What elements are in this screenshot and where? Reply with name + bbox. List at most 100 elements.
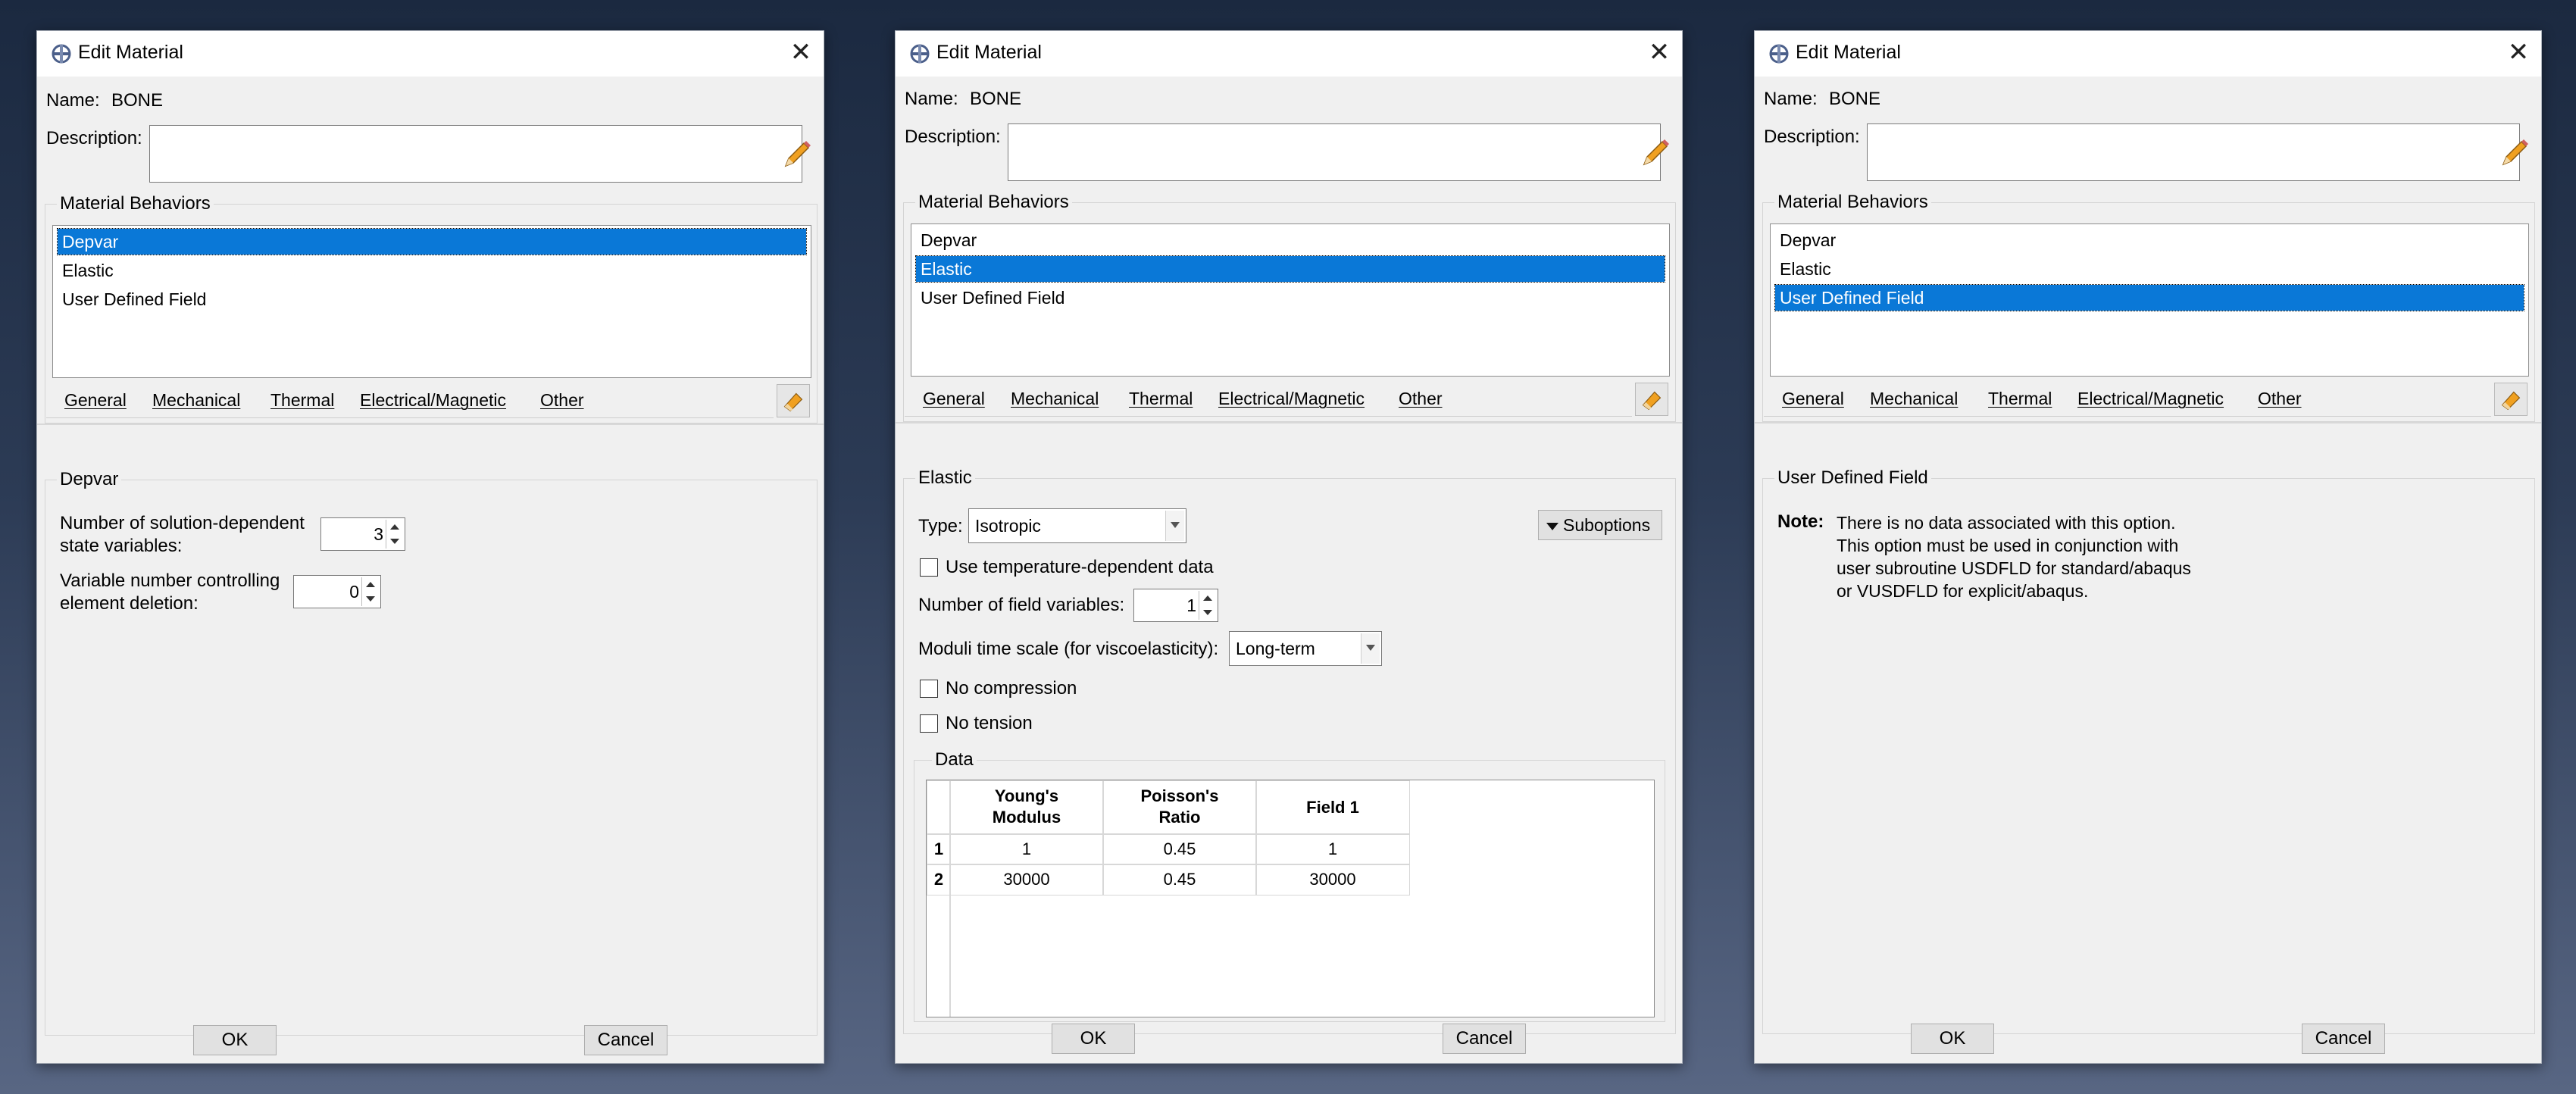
list-item-user-defined-field[interactable]: User Defined Field xyxy=(58,286,806,312)
menu-mechanical[interactable]: Mechanical xyxy=(152,390,240,411)
pencil-icon[interactable] xyxy=(778,137,814,173)
delete-behavior-button[interactable] xyxy=(2494,383,2528,416)
menu-thermal[interactable]: Thermal xyxy=(1129,389,1193,409)
behaviors-list[interactable]: Depvar Elastic User Defined Field xyxy=(52,225,811,378)
moduli-value: Long-term xyxy=(1236,639,1315,658)
list-item-depvar[interactable]: Depvar xyxy=(916,227,1665,253)
pencil-icon[interactable] xyxy=(1637,136,1673,172)
title-bar: Edit Material ✕ xyxy=(1755,31,2541,77)
list-item-user-defined-field[interactable]: User Defined Field xyxy=(916,285,1665,311)
abaqus-app-icon xyxy=(910,44,930,64)
col-header-youngs-modulus[interactable]: Young's Modulus xyxy=(949,780,1104,835)
table-cell[interactable]: 1 xyxy=(1255,833,1410,865)
ok-button[interactable]: OK xyxy=(1911,1024,1994,1054)
col-header-field-1[interactable]: Field 1 xyxy=(1255,780,1410,835)
spinner-arrows[interactable] xyxy=(1199,591,1216,620)
table-cell[interactable]: 30000 xyxy=(949,864,1104,896)
list-item-elastic[interactable]: Elastic xyxy=(915,255,1665,283)
deletion-var-spinner[interactable]: 0 xyxy=(293,575,381,608)
edit-material-dialog-udf: Edit Material ✕ Name: BONE Description: … xyxy=(1754,30,2542,1064)
depvar-group-title: Depvar xyxy=(57,469,122,490)
moduli-combobox[interactable]: Long-term xyxy=(1229,631,1382,666)
field-vars-spinner[interactable]: 1 xyxy=(1133,589,1218,622)
ok-button[interactable]: OK xyxy=(1052,1024,1135,1054)
close-button[interactable]: ✕ xyxy=(2502,36,2535,69)
behaviors-list[interactable]: Depvar Elastic User Defined Field xyxy=(911,223,1670,377)
col-header-line: Field 1 xyxy=(1306,798,1359,817)
col-header-poissons-ratio[interactable]: Poisson's Ratio xyxy=(1102,780,1257,835)
field-vars-value: 1 xyxy=(1186,595,1196,615)
menu-general[interactable]: General xyxy=(923,389,985,409)
close-icon: ✕ xyxy=(1648,38,1671,67)
list-item-depvar[interactable]: Depvar xyxy=(1775,227,2524,253)
list-item-elastic[interactable]: Elastic xyxy=(58,258,806,283)
ok-button[interactable]: OK xyxy=(193,1025,277,1055)
menu-thermal[interactable]: Thermal xyxy=(1988,389,2052,409)
menu-general[interactable]: General xyxy=(1782,389,1844,409)
spinner-arrows[interactable] xyxy=(386,520,403,549)
data-group-title: Data xyxy=(932,749,977,770)
separator xyxy=(37,424,824,425)
material-behaviors-title: Material Behaviors xyxy=(915,192,1072,213)
table-cell[interactable]: 1 xyxy=(949,833,1104,865)
cancel-button[interactable]: Cancel xyxy=(584,1025,667,1055)
close-icon: ✕ xyxy=(789,38,812,67)
temp-dependent-checkbox[interactable] xyxy=(920,558,938,577)
spin-down-icon[interactable] xyxy=(1203,610,1212,615)
note-text: There is no data associated with this op… xyxy=(1837,511,2191,602)
behaviors-list[interactable]: Depvar Elastic User Defined Field xyxy=(1770,223,2529,377)
description-input[interactable] xyxy=(149,125,802,183)
moduli-label: Moduli time scale (for viscoelasticity): xyxy=(918,639,1219,659)
deletion-var-value: 0 xyxy=(349,582,359,602)
list-item-elastic[interactable]: Elastic xyxy=(1775,256,2524,282)
menu-electrical-magnetic[interactable]: Electrical/Magnetic xyxy=(2077,389,2224,409)
close-button[interactable]: ✕ xyxy=(1643,36,1676,69)
table-cell[interactable]: 0.45 xyxy=(1102,864,1257,896)
menu-electrical-magnetic[interactable]: Electrical/Magnetic xyxy=(1218,389,1365,409)
menu-thermal[interactable]: Thermal xyxy=(270,390,334,411)
chevron-down-icon[interactable] xyxy=(1165,511,1184,541)
triangle-down-icon xyxy=(1546,522,1558,530)
menu-electrical-magnetic[interactable]: Electrical/Magnetic xyxy=(360,390,506,411)
no-tension-checkbox[interactable] xyxy=(920,714,938,733)
nsdv-label-line1: Number of solution-dependent xyxy=(60,513,305,533)
pencil-icon[interactable] xyxy=(2496,136,2532,172)
no-compression-checkbox[interactable] xyxy=(920,680,938,698)
description-input[interactable] xyxy=(1867,123,2520,181)
spin-up-icon[interactable] xyxy=(390,524,399,530)
close-icon: ✕ xyxy=(2507,38,2530,67)
spin-up-icon[interactable] xyxy=(1203,595,1212,601)
delete-behavior-button[interactable] xyxy=(1635,383,1668,416)
menu-mechanical[interactable]: Mechanical xyxy=(1011,389,1099,409)
close-button[interactable]: ✕ xyxy=(784,36,818,69)
list-item-depvar[interactable]: Depvar xyxy=(57,228,807,255)
table-cell[interactable]: 0.45 xyxy=(1102,833,1257,865)
del-label-line1: Variable number controlling xyxy=(60,570,280,591)
spin-down-icon[interactable] xyxy=(390,539,399,544)
chevron-down-icon[interactable] xyxy=(1361,633,1380,664)
suboptions-label: Suboptions xyxy=(1563,515,1651,535)
menu-mechanical[interactable]: Mechanical xyxy=(1870,389,1958,409)
cancel-button[interactable]: Cancel xyxy=(2302,1024,2385,1054)
table-cell[interactable]: 30000 xyxy=(1255,864,1410,896)
menu-other[interactable]: Other xyxy=(1399,389,1443,409)
menu-other[interactable]: Other xyxy=(2258,389,2302,409)
menu-other[interactable]: Other xyxy=(540,390,584,411)
delete-behavior-button[interactable] xyxy=(777,384,810,417)
row-header[interactable]: 1 xyxy=(927,833,951,865)
data-table[interactable]: Young's Modulus Poisson's Ratio Field 1 … xyxy=(926,780,1655,1017)
spin-up-icon[interactable] xyxy=(366,582,375,587)
nsdv-spinner[interactable]: 3 xyxy=(320,517,405,551)
spin-down-icon[interactable] xyxy=(366,596,375,602)
field-vars-label: Number of field variables: xyxy=(918,595,1125,615)
cancel-button[interactable]: Cancel xyxy=(1443,1024,1526,1054)
suboptions-button[interactable]: Suboptions xyxy=(1538,510,1662,540)
type-combobox[interactable]: Isotropic xyxy=(968,508,1186,543)
separator xyxy=(896,422,1682,424)
row-header[interactable]: 2 xyxy=(927,864,951,896)
list-item-user-defined-field[interactable]: User Defined Field xyxy=(1774,284,2524,311)
spinner-arrows[interactable] xyxy=(361,577,379,606)
description-input[interactable] xyxy=(1008,123,1661,181)
title-bar: Edit Material ✕ xyxy=(896,31,1682,77)
menu-general[interactable]: General xyxy=(64,390,127,411)
